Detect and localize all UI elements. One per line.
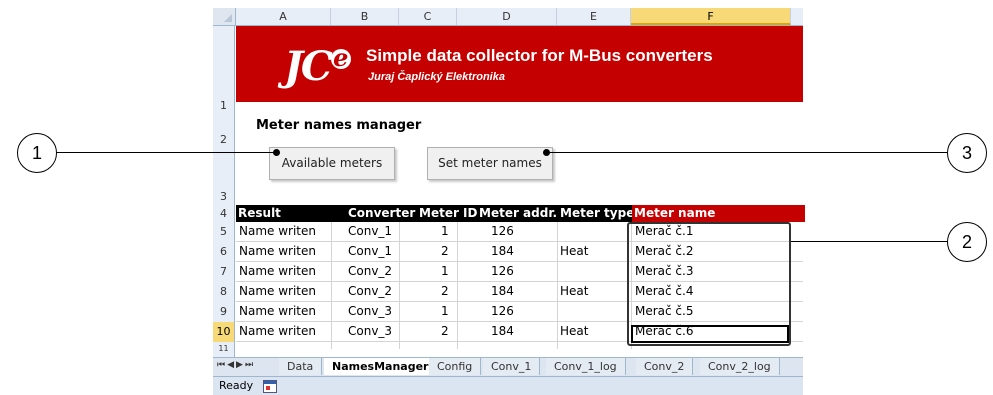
banner-subtitle: Juraj Čaplický Elektronika bbox=[368, 71, 505, 83]
callout-1-dot bbox=[273, 149, 280, 156]
cell-meter-id[interactable]: 2 bbox=[441, 242, 449, 261]
cell-meter-addr[interactable]: 126 bbox=[491, 262, 514, 281]
cell-meter-type[interactable]: Heat bbox=[560, 322, 588, 341]
spreadsheet-window: A B C D E F 1 2 3 4 5 6 7 8 9 10 11 JCe … bbox=[213, 8, 805, 395]
cell-converter[interactable]: Conv_3 bbox=[348, 322, 392, 341]
tab-conv-1[interactable]: Conv_1 bbox=[483, 358, 541, 375]
cell-result[interactable]: Name writen bbox=[239, 322, 316, 341]
cell-meter-addr[interactable]: 126 bbox=[491, 302, 514, 321]
column-header-bar: A B C D E F bbox=[213, 8, 803, 26]
sheet-tab-bar: ⏮◀▶⏭ Data NamesManager Config Conv_1 Con… bbox=[213, 357, 803, 376]
banner-title: Simple data collector for M-Bus converte… bbox=[366, 46, 713, 65]
cell-meter-type[interactable]: Heat bbox=[560, 242, 588, 261]
cell-converter[interactable]: Conv_1 bbox=[348, 242, 392, 261]
row-header-9[interactable]: 9 bbox=[213, 302, 235, 322]
cell-meter-addr[interactable]: 126 bbox=[491, 222, 514, 241]
row-header-5[interactable]: 5 bbox=[213, 222, 235, 242]
column-header-a[interactable]: A bbox=[236, 8, 331, 25]
column-header-b[interactable]: B bbox=[331, 8, 399, 25]
cell-result[interactable]: Name writen bbox=[239, 262, 316, 281]
jce-logo: JCe bbox=[284, 43, 351, 90]
set-meter-names-button[interactable]: Set meter names bbox=[427, 147, 553, 180]
row-header-7[interactable]: 7 bbox=[213, 262, 235, 282]
tab-conv-2[interactable]: Conv_2 bbox=[636, 358, 694, 375]
header-meter-id[interactable]: Meter ID bbox=[419, 205, 477, 222]
header-meter-name[interactable]: Meter name bbox=[632, 205, 805, 222]
cell-result[interactable]: Name writen bbox=[239, 302, 316, 321]
callout-3: 3 bbox=[947, 133, 987, 173]
header-banner: JCe Simple data collector for M-Bus conv… bbox=[236, 26, 803, 102]
cell-meter-addr[interactable]: 184 bbox=[491, 322, 514, 341]
cell-converter[interactable]: Conv_2 bbox=[348, 282, 392, 301]
cell-meter-id[interactable]: 1 bbox=[441, 302, 449, 321]
row-header-2[interactable]: 2 bbox=[213, 112, 235, 149]
macro-record-icon[interactable] bbox=[263, 380, 277, 393]
cell-meter-id[interactable]: 2 bbox=[441, 282, 449, 301]
header-converter[interactable]: Converter bbox=[348, 205, 415, 222]
tab-namesmanager[interactable]: NamesManager bbox=[324, 358, 438, 375]
cell-meter-id[interactable]: 1 bbox=[441, 262, 449, 281]
status-bar: Ready bbox=[213, 376, 803, 395]
cell-meter-id[interactable]: 1 bbox=[441, 222, 449, 241]
callout-3-dot bbox=[543, 149, 550, 156]
active-cell-selection bbox=[631, 325, 789, 343]
row-header-1[interactable]: 1 bbox=[213, 26, 235, 112]
tab-config[interactable]: Config bbox=[429, 358, 482, 375]
tab-conv-1-log[interactable]: Conv_1_log bbox=[546, 358, 626, 375]
available-meters-button[interactable]: Available meters bbox=[269, 147, 395, 180]
select-all-corner[interactable] bbox=[213, 8, 236, 25]
cell-converter[interactable]: Conv_1 bbox=[348, 222, 392, 241]
row-header-3[interactable]: 3 bbox=[213, 149, 235, 205]
cell-meter-id[interactable]: 2 bbox=[441, 322, 449, 341]
tab-data[interactable]: Data bbox=[279, 358, 323, 375]
header-result[interactable]: Result bbox=[238, 205, 281, 222]
header-meter-type[interactable]: Meter type bbox=[560, 205, 634, 222]
column-header-f[interactable]: F bbox=[631, 8, 791, 25]
callout-1: 1 bbox=[17, 133, 57, 173]
table-header-row: Result Converter Meter ID Meter addr. Me… bbox=[236, 205, 805, 222]
cell-result[interactable]: Name writen bbox=[239, 282, 316, 301]
header-meter-addr[interactable]: Meter addr. bbox=[479, 205, 557, 222]
logo-e: e bbox=[330, 46, 351, 70]
sheet-nav-arrows-icon[interactable]: ⏮◀▶⏭ bbox=[217, 360, 255, 370]
logo-text: JC bbox=[284, 43, 333, 90]
cell-converter[interactable]: Conv_2 bbox=[348, 262, 392, 281]
status-text: Ready bbox=[219, 379, 254, 392]
callout-2-line bbox=[791, 241, 947, 242]
callout-2: 2 bbox=[947, 222, 987, 262]
callout-3-line bbox=[548, 152, 947, 153]
cell-meter-addr[interactable]: 184 bbox=[491, 242, 514, 261]
tab-conv-2-log[interactable]: Conv_2_log bbox=[700, 358, 780, 375]
column-header-e[interactable]: E bbox=[557, 8, 631, 25]
row-header-4[interactable]: 4 bbox=[213, 205, 235, 222]
cell-meter-addr[interactable]: 184 bbox=[491, 282, 514, 301]
row-header-6[interactable]: 6 bbox=[213, 242, 235, 262]
column-header-d[interactable]: D bbox=[457, 8, 557, 25]
cell-result[interactable]: Name writen bbox=[239, 222, 316, 241]
cell-result[interactable]: Name writen bbox=[239, 242, 316, 261]
cell-converter[interactable]: Conv_3 bbox=[348, 302, 392, 321]
row-header-8[interactable]: 8 bbox=[213, 282, 235, 302]
row-header-11[interactable]: 11 bbox=[213, 342, 235, 357]
column-header-c[interactable]: C bbox=[399, 8, 457, 25]
row-header-10[interactable]: 10 bbox=[213, 322, 235, 342]
callout-1-line bbox=[56, 152, 276, 153]
section-title: Meter names manager bbox=[256, 118, 422, 133]
cell-meter-type[interactable]: Heat bbox=[560, 282, 588, 301]
